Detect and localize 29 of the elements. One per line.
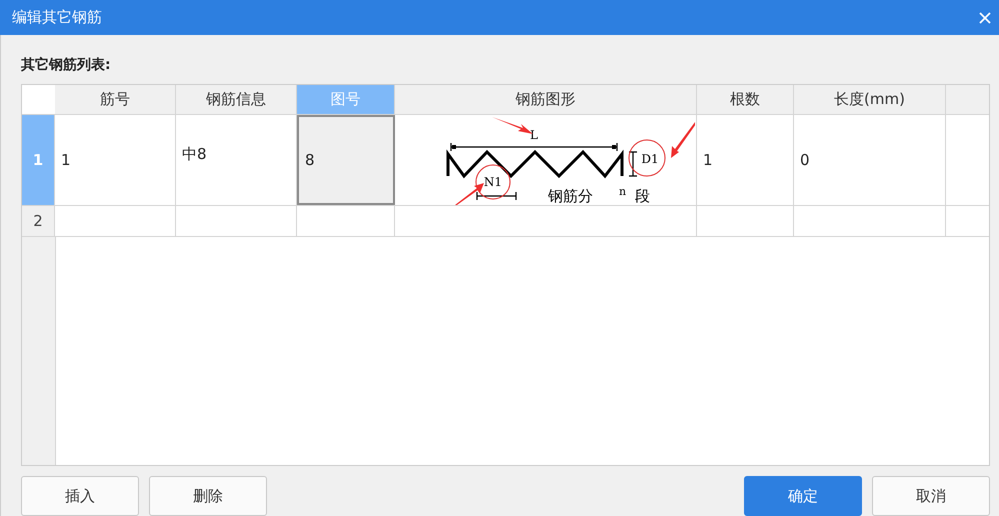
arrow-icon [455,182,484,204]
segment-label: N1 [484,174,502,188]
action-button[interactable]: 确定 [744,476,862,516]
list-label: 其它钢筋列表: [21,56,112,74]
window-title: 编辑其它钢筋 [12,8,102,27]
unit-text: 段 [635,186,650,204]
table-cell: 1 [697,115,794,205]
column-header[interactable]: 长度(mm) [794,85,946,114]
count-label: n [619,184,626,198]
action-button[interactable]: 插入 [21,476,139,516]
highlight-circle [628,139,666,176]
table-cell: 8 [297,115,395,205]
table-cell: 0 [794,115,946,205]
offset-dimension [628,150,638,176]
corner-cell[interactable] [22,85,55,114]
offset-label: D1 [641,152,659,166]
arrow-icon [671,122,695,158]
column-header[interactable]: 钢筋图形 [395,85,697,114]
row-header[interactable]: 2 [22,206,55,236]
length-label: L [530,128,538,142]
table-cell: 1 [55,115,176,205]
column-header[interactable]: 根数 [697,85,794,114]
action-button[interactable]: 删除 [149,476,267,516]
highlight-circle [476,164,510,199]
segment-dimension [476,190,517,200]
action-button[interactable]: 取消 [872,476,990,516]
close-icon[interactable] [979,12,991,24]
column-header[interactable]: 筋号 [55,85,176,114]
caption-text: 钢筋分 [548,186,593,204]
